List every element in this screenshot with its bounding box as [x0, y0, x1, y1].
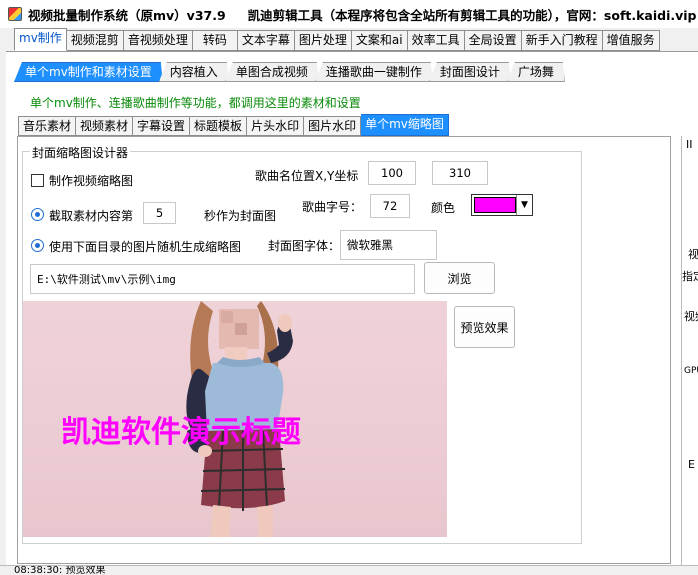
- tab-single-mv-thumbnail[interactable]: 单个mv缩略图: [361, 114, 449, 136]
- tab-copy-ai[interactable]: 文案和ai: [351, 30, 408, 51]
- capture-frame-label: 截取素材内容第: [49, 209, 134, 223]
- tab-cover-design[interactable]: 封面图设计: [429, 62, 511, 82]
- right-side-panel: II 视 指定 视频 GPU E: [681, 136, 698, 566]
- title-bar: 视频批量制作系统（原mv）v37.9 凯迪剪辑工具（本程序将包含全站所有剪辑工具…: [0, 0, 698, 28]
- main-tab-bar: mv制作 视频混剪 音视频处理 转码 文本字幕 图片处理 文案和ai 效率工具 …: [14, 28, 660, 51]
- cover-preview-image: 凯迪软件演示标题: [23, 301, 447, 537]
- right-panel-text-5: GPU: [684, 366, 698, 376]
- right-panel-text-2: 视: [688, 248, 698, 261]
- tab-text-subtitle[interactable]: 文本字幕: [237, 30, 295, 51]
- capture-seconds-input[interactable]: 5: [143, 202, 176, 224]
- chevron-down-icon[interactable]: ▼: [516, 195, 532, 215]
- tab-transcode[interactable]: 转码: [192, 30, 238, 51]
- browse-button[interactable]: 浏览: [424, 262, 495, 294]
- preview-overlay-title: 凯迪软件演示标题: [61, 415, 301, 450]
- tab-music-assets[interactable]: 音乐素材: [18, 116, 77, 136]
- notice-text: 单个mv制作、连播歌曲制作等功能，都调用这里的素材和设置: [30, 96, 361, 110]
- capture-frame-radio[interactable]: [31, 208, 44, 221]
- asset-tab-bar: 音乐素材 视频素材 字幕设置 标题模板 片头水印 图片水印 单个mv缩略图: [18, 114, 449, 136]
- status-bar: 08:38:30: 预览效果: [0, 565, 698, 575]
- song-pos-y-input[interactable]: 310: [432, 161, 488, 185]
- cover-font-input[interactable]: 微软雅黑: [340, 230, 437, 260]
- right-panel-text-4: 视频: [684, 310, 698, 323]
- tab-subtitle-settings[interactable]: 字幕设置: [133, 116, 191, 136]
- font-size-input[interactable]: 72: [370, 194, 410, 218]
- tab-av-process[interactable]: 音视频处理: [123, 30, 193, 51]
- preview-effect-button[interactable]: 预览效果: [454, 306, 515, 348]
- app-subtitle: 凯迪剪辑工具（本程序将包含全站所有剪辑工具的功能），官网：soft.kaidi.…: [247, 7, 697, 23]
- right-panel-text-6: E: [688, 458, 695, 471]
- cover-font-label: 封面图字体：: [268, 239, 341, 253]
- tab-single-mv-assets[interactable]: 单个mv制作和素材设置: [14, 62, 163, 82]
- tab-playlist-one-click[interactable]: 连播歌曲一键制作: [315, 62, 433, 82]
- font-size-label: 歌曲字号：: [302, 200, 363, 214]
- group-title: 封面缩略图设计器: [30, 144, 131, 161]
- color-label: 颜色: [431, 201, 456, 215]
- tab-image-process[interactable]: 图片处理: [294, 30, 352, 51]
- tab-video-mix[interactable]: 视频混剪: [66, 30, 124, 51]
- song-pos-x-input[interactable]: 100: [368, 161, 416, 185]
- color-picker[interactable]: ▼: [471, 194, 533, 216]
- tab-title-templates[interactable]: 标题模板: [190, 116, 248, 136]
- tab-single-image-video[interactable]: 单图合成视频: [225, 62, 319, 82]
- tab-image-watermark[interactable]: 图片水印: [304, 116, 362, 136]
- make-thumbnail-label: 制作视频缩略图: [49, 174, 134, 188]
- tab-value-added[interactable]: 增值服务: [602, 30, 660, 51]
- tab-video-assets[interactable]: 视频素材: [76, 116, 134, 136]
- tab-mv-make[interactable]: mv制作: [14, 28, 67, 51]
- app-icon: [8, 7, 22, 21]
- tab-beginner-tutorial[interactable]: 新手入门教程: [521, 30, 603, 51]
- color-swatch: [474, 197, 516, 213]
- capture-suffix-label: 秒作为封面图: [204, 209, 277, 223]
- tab-content-insert[interactable]: 内容植入: [159, 62, 229, 82]
- image-folder-path-input[interactable]: E:\软件测试\mv\示例\img: [30, 264, 415, 294]
- tab-global-settings[interactable]: 全局设置: [464, 30, 522, 51]
- make-thumbnail-checkbox[interactable]: [31, 174, 44, 187]
- random-image-radio[interactable]: [31, 239, 44, 252]
- tab-intro-watermark[interactable]: 片头水印: [247, 116, 305, 136]
- tab-square-dance[interactable]: 广场舞: [507, 62, 565, 82]
- random-image-label: 使用下面目录的图片随机生成缩略图: [49, 240, 242, 254]
- right-panel-text-3: 指定: [682, 270, 698, 283]
- app-title: 视频批量制作系统（原mv）v37.9: [28, 7, 226, 23]
- right-panel-text-1: II: [686, 138, 693, 151]
- sub-tab-bar: 单个mv制作和素材设置 内容植入 单图合成视频 连播歌曲一键制作 封面图设计 广…: [14, 62, 561, 82]
- tab-efficiency-tools[interactable]: 效率工具: [407, 30, 465, 51]
- song-position-label: 歌曲名位置X,Y坐标: [255, 169, 359, 183]
